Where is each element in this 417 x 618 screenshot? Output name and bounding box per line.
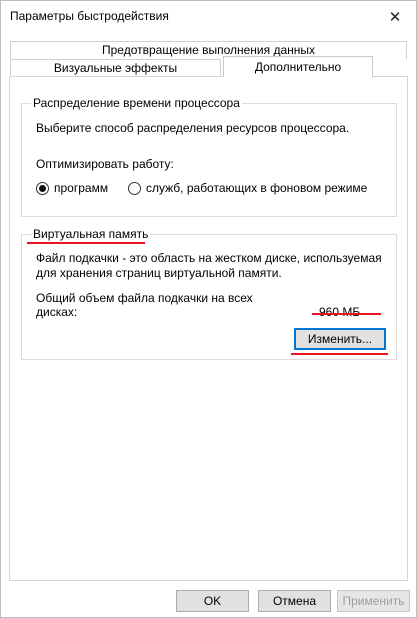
radio-programs-label: программ bbox=[54, 181, 109, 195]
processor-group-title: Распределение времени процессора bbox=[31, 96, 242, 110]
apply-button[interactable]: Применить bbox=[337, 590, 410, 612]
cancel-button[interactable]: Отмена bbox=[258, 590, 331, 612]
vm-total-label-line1: Общий объем файла подкачки на всех bbox=[36, 291, 253, 305]
annotation-underline-vm-value bbox=[312, 313, 381, 315]
optimize-label: Оптимизировать работу: bbox=[36, 157, 174, 171]
radio-programs-indicator[interactable] bbox=[36, 181, 49, 195]
vm-total-label-line2: дисках: bbox=[36, 305, 78, 319]
close-icon[interactable]: ✕ bbox=[380, 4, 410, 30]
annotation-underline-vm-title bbox=[27, 242, 145, 244]
change-button[interactable]: Изменить... bbox=[294, 328, 386, 350]
processor-scheduling-group: Распределение времени процессора Выберит… bbox=[21, 96, 397, 217]
ok-button[interactable]: OK bbox=[176, 590, 249, 612]
tab-advanced[interactable]: Дополнительно bbox=[223, 56, 373, 77]
virtual-memory-group-title: Виртуальная память bbox=[31, 227, 151, 241]
title-bar: Параметры быстродействия ✕ bbox=[1, 1, 416, 33]
vm-description-line1: Файл подкачки - это область на жестком д… bbox=[36, 251, 382, 265]
radio-background-indicator[interactable] bbox=[128, 181, 141, 195]
annotation-underline-change-button bbox=[291, 353, 388, 355]
radio-background-label: служб, работающих в фоновом режиме bbox=[146, 181, 368, 195]
tab-row-bottom: Визуальные эффекты Дополнительно bbox=[10, 56, 407, 77]
virtual-memory-group: Виртуальная память Файл подкачки - это о… bbox=[21, 227, 397, 360]
performance-options-window: Параметры быстродействия ✕ Предотвращени… bbox=[0, 0, 417, 618]
window-title: Параметры быстродействия bbox=[10, 9, 169, 23]
tab-panel-advanced: Распределение времени процессора Выберит… bbox=[9, 76, 408, 581]
processor-description: Выберите способ распределения ресурсов п… bbox=[36, 121, 350, 135]
radio-programs[interactable]: программ bbox=[36, 181, 108, 195]
radio-background-services[interactable]: служб, работающих в фоновом режиме bbox=[128, 181, 367, 195]
vm-description-line2: для хранения страниц виртуальной памяти. bbox=[36, 266, 282, 280]
tab-visual-effects[interactable]: Визуальные эффекты bbox=[10, 59, 221, 77]
